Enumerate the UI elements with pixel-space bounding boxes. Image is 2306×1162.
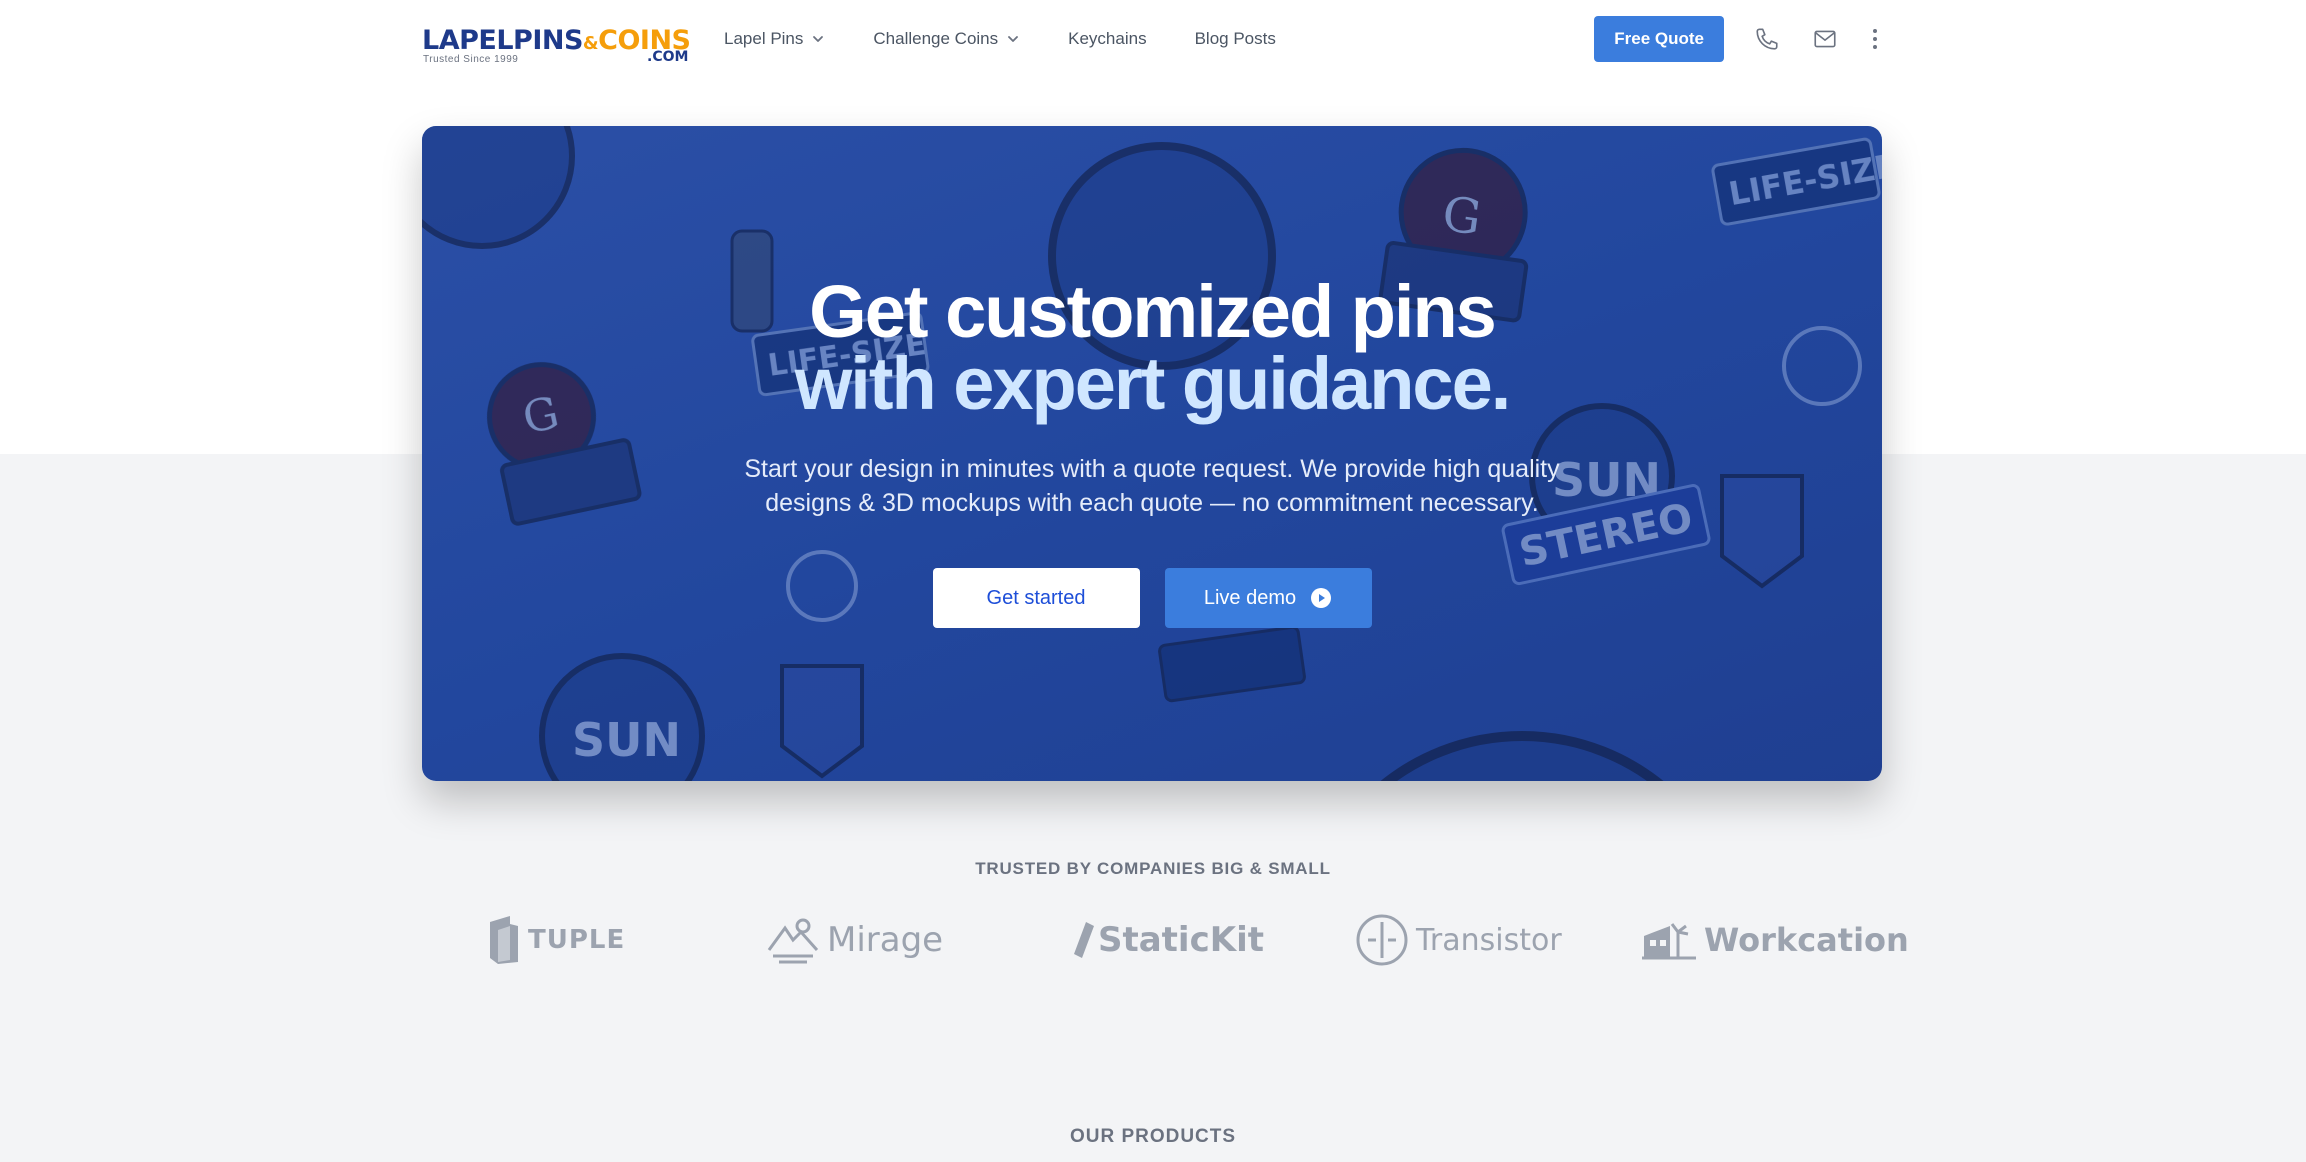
chevron-down-icon [1008, 36, 1019, 42]
transistor-logo-icon [1356, 914, 1408, 966]
header-actions: Free Quote [1594, 16, 1882, 62]
hero-title-line1: Get customized pins [809, 270, 1497, 353]
brand-statickit-name: StaticKit [1098, 920, 1264, 960]
live-demo-button[interactable]: Live demo [1164, 568, 1372, 628]
workcation-logo-icon [1642, 923, 1696, 960]
hero-banner: G G LIFE-SIZE LIFE-SIZE SUN STEREO SUN G… [422, 126, 1882, 781]
nav-label: Challenge Coins [873, 29, 999, 48]
nav-item-lapel-pins[interactable]: Lapel Pins [724, 29, 825, 49]
statickit-logo-icon [1074, 922, 1094, 958]
mail-icon[interactable] [1810, 24, 1840, 54]
brand-transistor-name: Transistor [1416, 922, 1562, 958]
site-header: LAPELPINS&COINS .COM Trusted Since 1999 … [422, 0, 1882, 78]
mirage-logo-icon [767, 918, 819, 964]
brand-mirage: Mirage [767, 910, 943, 970]
brand-statickit: StaticKit [1072, 910, 1264, 970]
phone-icon[interactable] [1752, 24, 1782, 54]
hero-subtitle: Start your design in minutes with a quot… [744, 455, 1560, 517]
free-quote-button[interactable]: Free Quote [1594, 16, 1724, 62]
brand-workcation-name: Workcation [1704, 921, 1909, 959]
trusted-heading: TRUSTED BY COMPANIES BIG & SMALL [975, 859, 1331, 878]
get-started-button[interactable]: Get started [932, 568, 1140, 628]
logo-dotcom: .COM [647, 49, 689, 65]
hero-title-line2: with expert guidance. [794, 342, 1512, 425]
brand-tuple-name: TUPLE [528, 925, 626, 955]
nav-item-blog-posts[interactable]: Blog Posts [1195, 29, 1276, 49]
more-vertical-icon[interactable] [1868, 24, 1882, 54]
main-nav: Lapel Pins Challenge Coins Keychains Blo… [724, 0, 1324, 78]
live-demo-label: Live demo [1203, 586, 1297, 609]
chevron-down-icon [813, 36, 824, 42]
brand-transistor: Transistor [1356, 910, 1562, 970]
nav-label: Blog Posts [1194, 29, 1276, 48]
logo-tagline: Trusted Since 1999 [423, 54, 519, 65]
nav-item-challenge-coins[interactable]: Challenge Coins [873, 29, 1020, 49]
tuple-logo-icon [490, 916, 518, 964]
brand-mirage-name: Mirage [827, 920, 944, 960]
products-heading: OUR PRODUCTS [1069, 1126, 1237, 1147]
hero-actions: Get started Live demo [422, 568, 1882, 628]
brand-logos: TUPLE Mirage StaticKit Transistor Workca… [422, 910, 1909, 970]
nav-label: Lapel Pins [724, 29, 804, 48]
site-logo[interactable]: LAPELPINS&COINS .COM Trusted Since 1999 [422, 11, 691, 67]
nav-item-keychains[interactable]: Keychains [1068, 29, 1146, 49]
brand-workcation: Workcation [1642, 910, 1909, 970]
play-circle-icon [1311, 588, 1332, 608]
nav-label: Keychains [1068, 29, 1147, 48]
svg-text:G: G [1439, 186, 1485, 247]
svg-text:SUN: SUN [572, 713, 681, 767]
brand-tuple: TUPLE [488, 910, 625, 970]
hero-title: Get customized pins with expert guidance… [422, 270, 1882, 425]
